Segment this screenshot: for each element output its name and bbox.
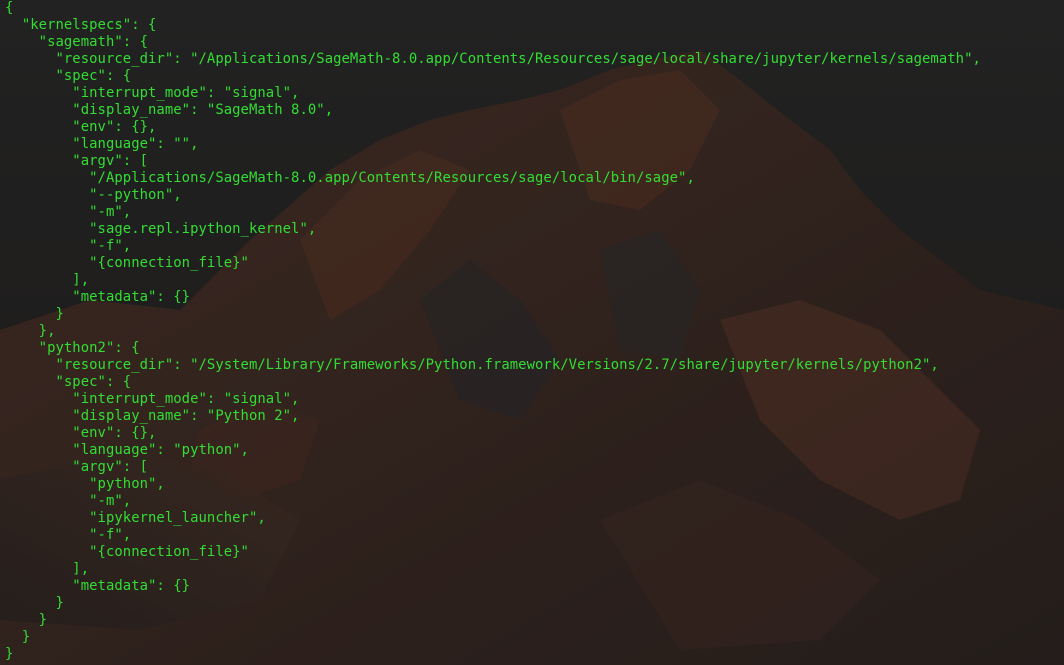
terminal-line: ], — [5, 561, 90, 577]
terminal-line: "language": "python", — [5, 442, 249, 458]
terminal-line: "{connection_file}" — [5, 544, 249, 560]
terminal-line: "ipykernel_launcher", — [5, 510, 266, 526]
terminal-line: "sagemath": { — [5, 34, 149, 50]
terminal-line: } — [5, 612, 48, 628]
terminal-line: "python2": { — [5, 340, 140, 356]
terminal-line: "language": "", — [5, 136, 199, 152]
terminal-line: "resource_dir": "/Applications/SageMath-… — [5, 51, 981, 67]
terminal-line: "metadata": {} — [5, 289, 191, 305]
terminal-line: "argv": [ — [5, 459, 149, 475]
terminal-line: "--python", — [5, 187, 182, 203]
terminal-line: } — [5, 306, 64, 322]
terminal-line: "-f", — [5, 527, 132, 543]
terminal-line: "interrupt_mode": "signal", — [5, 85, 300, 101]
terminal-line: "{connection_file}" — [5, 255, 249, 271]
terminal-line: "metadata": {} — [5, 578, 191, 594]
terminal-line: }, — [5, 323, 56, 339]
terminal-line: ], — [5, 272, 90, 288]
terminal-line: "-m", — [5, 204, 132, 220]
terminal-line: "sage.repl.ipython_kernel", — [5, 221, 317, 237]
terminal-line: "/Applications/SageMath-8.0.app/Contents… — [5, 170, 695, 186]
terminal-line: } — [5, 629, 31, 645]
terminal-line: "-m", — [5, 493, 132, 509]
terminal-output: { "kernelspecs": { "sagemath": { "resour… — [0, 0, 1064, 665]
terminal-line: "interrupt_mode": "signal", — [5, 391, 300, 407]
terminal-line: "spec": { — [5, 374, 132, 390]
terminal-line: "argv": [ — [5, 153, 149, 169]
terminal-line: "env": {}, — [5, 425, 157, 441]
terminal-line: "display_name": "Python 2", — [5, 408, 300, 424]
terminal-line: "kernelspecs": { — [5, 17, 157, 33]
terminal-line: { — [5, 0, 14, 16]
terminal-line: "display_name": "SageMath 8.0", — [5, 102, 334, 118]
terminal-line: } — [5, 595, 64, 611]
terminal-line: "python", — [5, 476, 165, 492]
terminal-line: "-f", — [5, 238, 132, 254]
terminal-line: "env": {}, — [5, 119, 157, 135]
terminal-line: } — [5, 646, 14, 662]
terminal-line: "resource_dir": "/System/Library/Framewo… — [5, 357, 939, 373]
terminal-line: "spec": { — [5, 68, 132, 84]
